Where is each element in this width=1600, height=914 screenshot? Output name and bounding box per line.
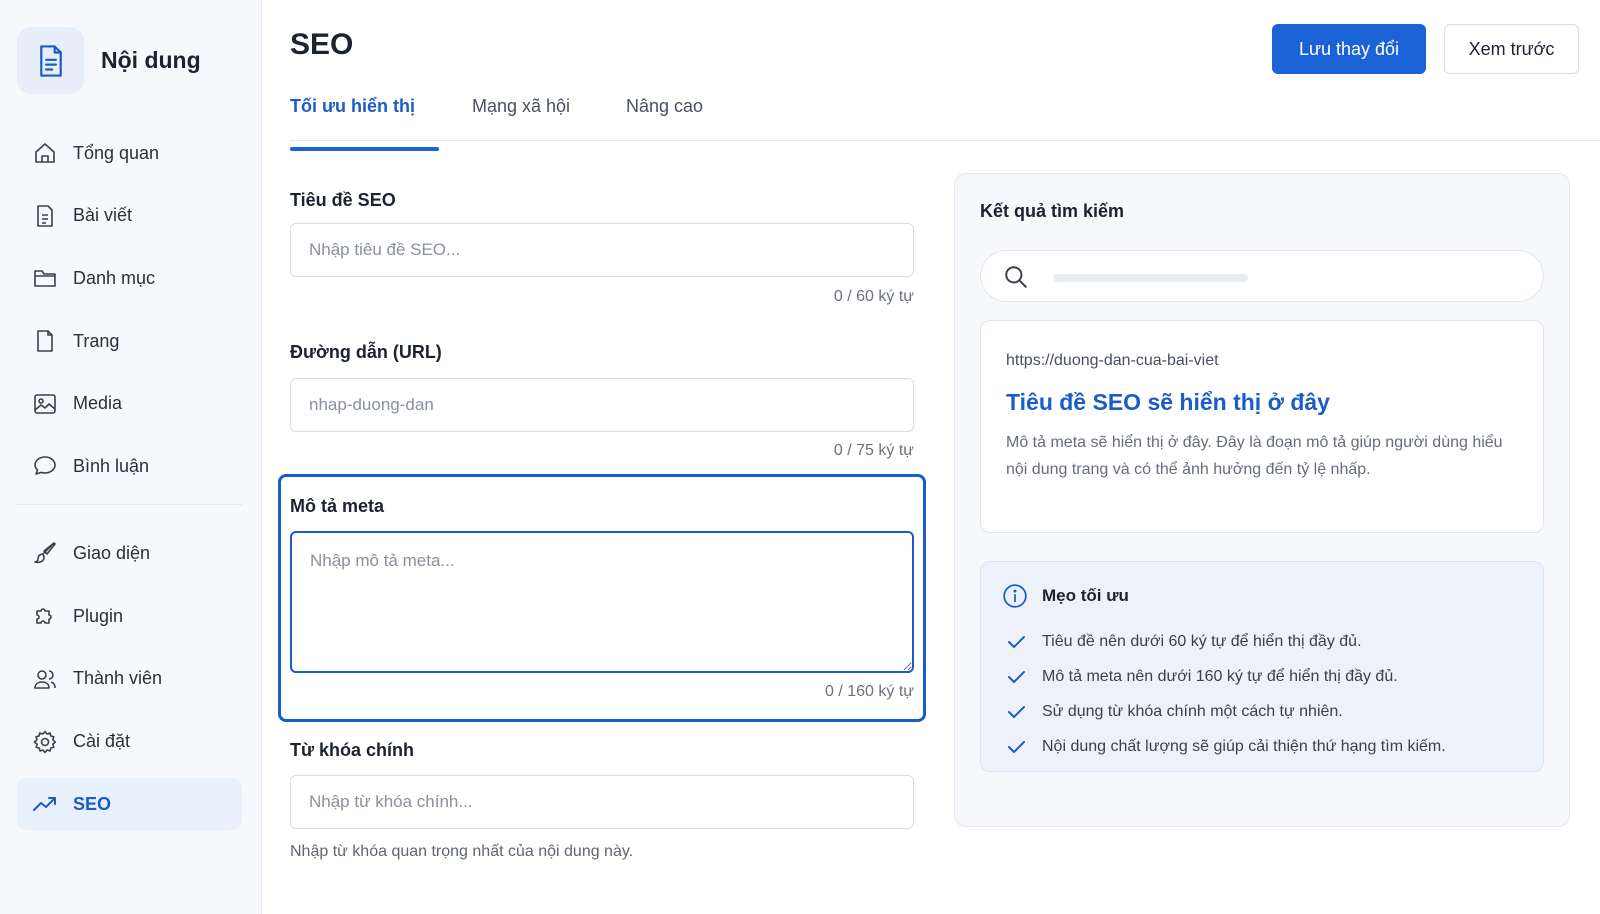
meta-description-counter: 0 / 160 ký tự: [825, 683, 914, 700]
search-placeholder-line: [1053, 274, 1248, 282]
brand: Nội dung: [17, 27, 201, 94]
check-icon: [1006, 739, 1026, 755]
comment-icon: [32, 453, 58, 479]
tip-text: Mô tả meta nên dưới 160 ký tự để hiển th…: [1042, 667, 1398, 685]
seo-title-label: Tiêu đề SEO: [290, 190, 396, 210]
gear-icon: [32, 729, 58, 755]
home-icon: [32, 140, 58, 166]
search-result-card: https://duong-dan-cua-bai-viet Tiêu đề S…: [980, 320, 1544, 533]
tab-social[interactable]: Mạng xã hội: [472, 96, 570, 141]
sidebar-item-appearance[interactable]: Giao diện: [17, 527, 242, 579]
tips-header: Mẹo tối ưu: [1002, 583, 1129, 609]
search-icon: [1003, 264, 1029, 290]
check-icon: [1006, 704, 1026, 720]
info-icon: [1002, 583, 1028, 609]
sidebar-item-label: Cài đặt: [73, 731, 131, 751]
seo-title-counter: 0 / 60 ký tự: [833, 288, 914, 305]
sidebar-item-label: Danh mục: [73, 267, 156, 288]
tab-advanced[interactable]: Nâng cao: [626, 96, 703, 141]
image-icon: [32, 391, 58, 417]
meta-description-textarea[interactable]: [290, 531, 914, 673]
trend-icon: [32, 791, 58, 817]
sidebar-item-plugin[interactable]: Plugin: [17, 590, 242, 642]
preview-button[interactable]: Xem trước: [1444, 24, 1579, 74]
tips-card: Mẹo tối ưu Tiêu đề nên dưới 60 ký tự để …: [980, 561, 1544, 772]
url-label: Đường dẫn (URL): [290, 342, 442, 362]
tip-item: Mô tả meta nên dưới 160 ký tự để hiển th…: [1006, 659, 1446, 694]
seo-title-input[interactable]: [290, 223, 914, 277]
tip-item: Sử dụng từ khóa chính một cách tự nhiên.: [1006, 694, 1446, 729]
url-input[interactable]: [290, 378, 914, 432]
tab-label: Tối ưu hiển thị: [290, 96, 416, 116]
search-preview-panel: Kết quả tìm kiếm https://duong-dan-cua-b…: [954, 173, 1570, 827]
sidebar-item-label: Plugin: [73, 605, 124, 626]
sidebar-item-label: Bình luận: [73, 455, 150, 476]
preview-title: Kết quả tìm kiếm: [980, 201, 1125, 221]
tab-display-optimization[interactable]: Tối ưu hiển thị: [290, 96, 439, 151]
result-description: Mô tả meta sẽ hiển thị ở đây. Đây là đoạ…: [1006, 434, 1503, 478]
sidebar-item-label: Giao diện: [73, 542, 151, 563]
users-icon: [32, 666, 58, 692]
check-icon: [1006, 669, 1026, 685]
tab-bar: Tối ưu hiển thị Mạng xã hội Nâng cao: [290, 86, 1600, 151]
sidebar-item-pages[interactable]: Trang: [17, 315, 242, 367]
save-button[interactable]: Lưu thay đổi: [1272, 24, 1426, 74]
sidebar-item-label: Thành viên: [73, 668, 163, 689]
tab-label: Nâng cao: [626, 96, 704, 116]
keyword-input[interactable]: [290, 775, 914, 829]
sidebar-item-label: Media: [73, 393, 123, 414]
sidebar-item-label: Bài viết: [73, 205, 133, 226]
tip-text: Nội dung chất lượng sẽ giúp cải thiện th…: [1042, 737, 1446, 755]
sidebar-item-posts[interactable]: Bài viết: [17, 190, 242, 242]
folder-icon: [32, 265, 58, 291]
tab-label: Mạng xã hội: [472, 96, 571, 116]
brush-icon: [32, 540, 58, 566]
page-icon: [32, 328, 58, 354]
sidebar-item-comments[interactable]: Bình luận: [17, 440, 242, 492]
page-title: SEO: [290, 28, 354, 61]
sidebar-item-label: Trang: [73, 330, 120, 351]
tip-item: Nội dung chất lượng sẽ giúp cải thiện th…: [1006, 729, 1446, 764]
result-title: Tiêu đề SEO sẽ hiển thị ở đây: [1006, 389, 1330, 415]
tip-item: Tiêu đề nên dưới 60 ký tự để hiển thị đầ…: [1006, 624, 1446, 659]
meta-description-label: Mô tả meta: [290, 496, 385, 516]
sidebar-item-media[interactable]: Media: [17, 378, 242, 430]
sidebar-item-label: SEO: [73, 793, 112, 814]
tips-list: Tiêu đề nên dưới 60 ký tự để hiển thị đầ…: [1006, 624, 1446, 764]
brand-title: Nội dung: [101, 47, 201, 73]
tip-text: Tiêu đề nên dưới 60 ký tự để hiển thị đầ…: [1042, 632, 1362, 650]
puzzle-icon: [32, 603, 58, 629]
document-icon: [32, 203, 58, 229]
tip-text: Sử dụng từ khóa chính một cách tự nhiên.: [1042, 702, 1343, 720]
search-bar-mock: [980, 250, 1544, 302]
sidebar-item-overview[interactable]: Tổng quan: [17, 127, 242, 179]
result-url: https://duong-dan-cua-bai-viet: [1006, 352, 1219, 369]
document-icon: [17, 27, 84, 94]
url-counter: 0 / 75 ký tự: [833, 442, 914, 459]
sidebar-item-members[interactable]: Thành viên: [17, 653, 242, 705]
sidebar-item-label: Tổng quan: [73, 142, 160, 163]
sidebar: Nội dung Tổng quan Bài viết Danh mục Tra…: [0, 0, 262, 914]
sidebar-nav: Tổng quan Bài viết Danh mục Trang Media: [17, 127, 242, 841]
tab-active-indicator: [290, 147, 439, 151]
sidebar-item-categories[interactable]: Danh mục: [17, 252, 242, 304]
sidebar-item-seo[interactable]: SEO: [17, 778, 242, 831]
keyword-help-text: Nhập từ khóa quan trọng nhất của nội dun…: [290, 843, 634, 860]
sidebar-divider: [17, 504, 242, 506]
sidebar-item-settings[interactable]: Cài đặt: [17, 716, 242, 768]
keyword-label: Từ khóa chính: [290, 740, 415, 760]
tips-title: Mẹo tối ưu: [1042, 586, 1129, 605]
check-icon: [1006, 634, 1026, 650]
